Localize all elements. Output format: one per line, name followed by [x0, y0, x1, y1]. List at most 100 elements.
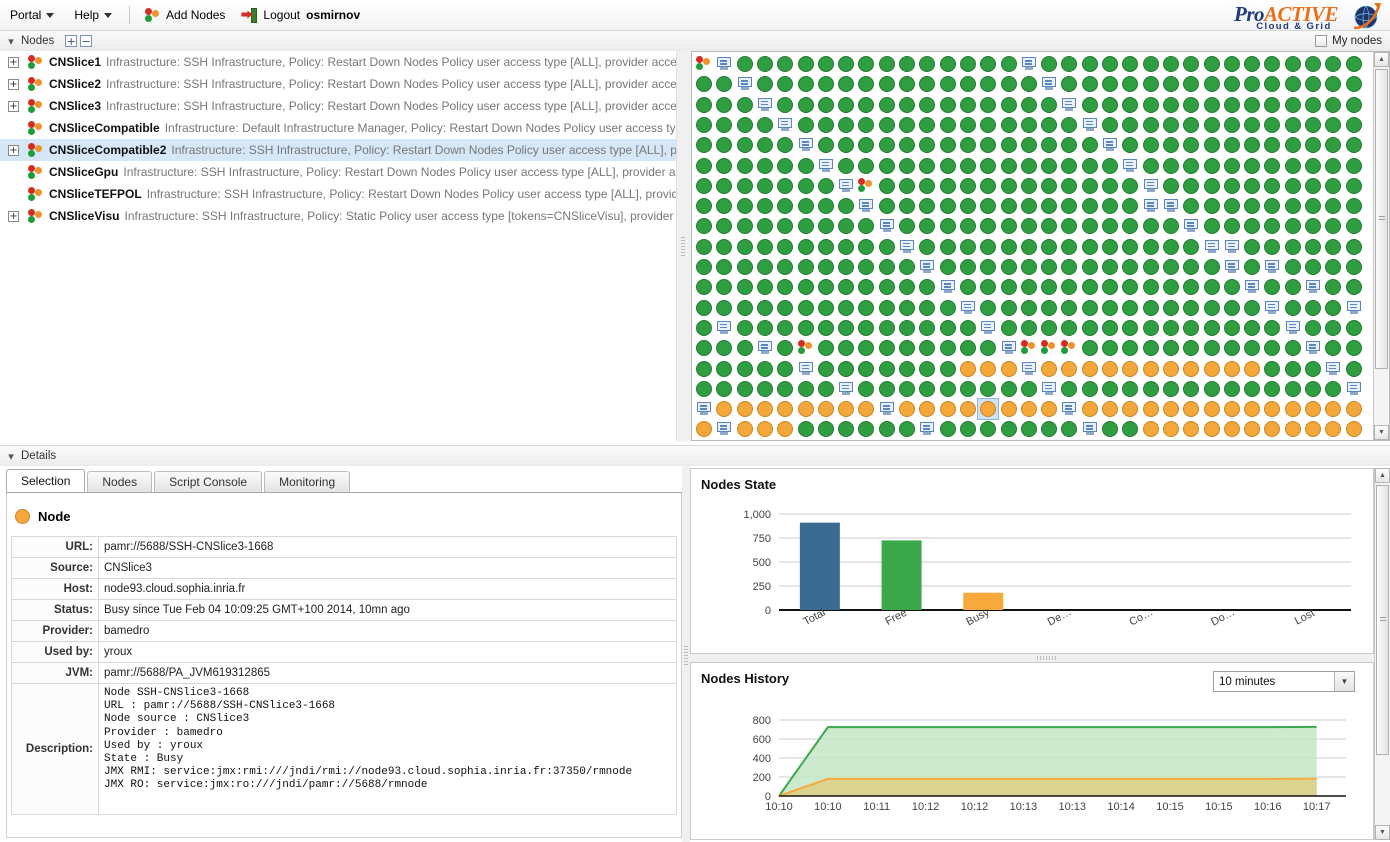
host-icon-cell[interactable]	[1242, 277, 1262, 297]
node-cell-free[interactable]	[694, 216, 714, 236]
node-cell-free[interactable]	[755, 74, 775, 94]
node-cell-free[interactable]	[816, 277, 836, 297]
node-cell-free[interactable]	[1344, 237, 1362, 257]
node-cell-busy[interactable]	[1222, 419, 1242, 438]
host-icon-cell[interactable]	[877, 216, 897, 236]
node-cell-free[interactable]	[917, 95, 937, 115]
node-cell-free[interactable]	[1181, 74, 1201, 94]
node-cell-busy[interactable]	[1262, 419, 1282, 438]
node-cell-free[interactable]	[856, 156, 876, 176]
node-cell-free[interactable]	[694, 115, 714, 135]
node-cell-free[interactable]	[1222, 115, 1242, 135]
host-icon-cell[interactable]	[1059, 95, 1079, 115]
node-cell-free[interactable]	[1303, 379, 1323, 399]
node-cell-busy[interactable]	[1242, 399, 1262, 419]
node-cell-free[interactable]	[1120, 95, 1140, 115]
node-cell-busy[interactable]	[1120, 399, 1140, 419]
node-cell-free[interactable]	[1161, 338, 1181, 358]
node-cell-free[interactable]	[836, 54, 856, 74]
node-cell-free[interactable]	[978, 277, 998, 297]
node-cell-free[interactable]	[1323, 237, 1343, 257]
node-cell-busy[interactable]	[836, 399, 856, 419]
details-section-header[interactable]: ▾ Details	[0, 445, 1390, 467]
node-cell-free[interactable]	[755, 196, 775, 216]
node-cell-free[interactable]	[775, 318, 795, 338]
node-cell-free[interactable]	[1059, 277, 1079, 297]
node-cell-free[interactable]	[958, 257, 978, 277]
node-cell-free[interactable]	[978, 237, 998, 257]
node-cell-free[interactable]	[735, 216, 755, 236]
node-cell-free[interactable]	[775, 359, 795, 379]
expand-toggle[interactable]: +	[8, 144, 19, 156]
node-cell-free[interactable]	[735, 359, 755, 379]
node-cell-free[interactable]	[1059, 196, 1079, 216]
node-cell-free[interactable]	[897, 74, 917, 94]
node-cell-free[interactable]	[714, 237, 734, 257]
node-cell-free[interactable]	[1019, 277, 1039, 297]
node-cell-free[interactable]	[1262, 216, 1282, 236]
node-cell-free[interactable]	[694, 318, 714, 338]
node-cell-free[interactable]	[735, 298, 755, 318]
node-source-icon-cell[interactable]	[694, 54, 714, 74]
node-cell-busy[interactable]	[1202, 399, 1222, 419]
node-cell-free[interactable]	[1344, 95, 1362, 115]
node-cell-free[interactable]	[1120, 379, 1140, 399]
node-cell-free[interactable]	[1100, 115, 1120, 135]
node-cell-free[interactable]	[1344, 359, 1362, 379]
node-cell-free[interactable]	[735, 135, 755, 155]
node-cell-free[interactable]	[1059, 156, 1079, 176]
node-cell-busy[interactable]	[999, 359, 1019, 379]
node-cell-free[interactable]	[1059, 318, 1079, 338]
expand-all-button[interactable]: +	[65, 35, 78, 47]
host-icon-cell[interactable]	[816, 156, 836, 176]
node-cell-free[interactable]	[999, 95, 1019, 115]
node-cell-free[interactable]	[1283, 196, 1303, 216]
host-icon-cell[interactable]	[796, 135, 816, 155]
node-cell-free[interactable]	[938, 318, 958, 338]
node-cell-busy[interactable]	[775, 399, 795, 419]
node-cell-free[interactable]	[1100, 74, 1120, 94]
node-cell-free[interactable]	[938, 54, 958, 74]
node-cell-free[interactable]	[1323, 95, 1343, 115]
node-cell-free[interactable]	[1120, 257, 1140, 277]
node-cell-free[interactable]	[877, 135, 897, 155]
node-cell-free[interactable]	[1181, 257, 1201, 277]
node-cell-free[interactable]	[856, 74, 876, 94]
node-cell-free[interactable]	[1181, 196, 1201, 216]
node-cell-free[interactable]	[735, 257, 755, 277]
node-cell-free[interactable]	[796, 318, 816, 338]
host-icon-cell[interactable]	[1283, 318, 1303, 338]
node-cell-free[interactable]	[1283, 54, 1303, 74]
node-cell-free[interactable]	[938, 196, 958, 216]
host-icon-cell[interactable]	[1262, 257, 1282, 277]
node-cell-free[interactable]	[1039, 277, 1059, 297]
node-cell-free[interactable]	[1262, 54, 1282, 74]
node-cell-free[interactable]	[1141, 277, 1161, 297]
node-cell-free[interactable]	[1100, 419, 1120, 438]
node-cell-free[interactable]	[1039, 95, 1059, 115]
node-cell-free[interactable]	[735, 318, 755, 338]
node-cell-free[interactable]	[796, 54, 816, 74]
node-cell-free[interactable]	[1161, 156, 1181, 176]
node-cell-free[interactable]	[694, 237, 714, 257]
menu-portal[interactable]: Portal	[0, 1, 64, 29]
node-cell-free[interactable]	[735, 338, 755, 358]
node-cell-busy[interactable]	[1242, 359, 1262, 379]
node-cell-free[interactable]	[1161, 216, 1181, 236]
node-cell-free[interactable]	[999, 257, 1019, 277]
node-cell-busy[interactable]	[796, 399, 816, 419]
node-cell-free[interactable]	[1080, 318, 1100, 338]
node-cell-free[interactable]	[1242, 196, 1262, 216]
node-cell-busy[interactable]	[1202, 419, 1222, 438]
node-cell-free[interactable]	[1344, 115, 1362, 135]
node-cell-busy[interactable]	[958, 359, 978, 379]
node-cell-free[interactable]	[1100, 298, 1120, 318]
node-cell-free[interactable]	[1039, 54, 1059, 74]
node-cell-free[interactable]	[694, 156, 714, 176]
node-cell-free[interactable]	[1039, 419, 1059, 438]
host-icon-cell[interactable]	[1222, 257, 1242, 277]
node-cell-free[interactable]	[1100, 338, 1120, 358]
node-cell-free[interactable]	[1242, 338, 1262, 358]
node-cell-free[interactable]	[714, 196, 734, 216]
node-cell-free[interactable]	[1059, 419, 1079, 438]
